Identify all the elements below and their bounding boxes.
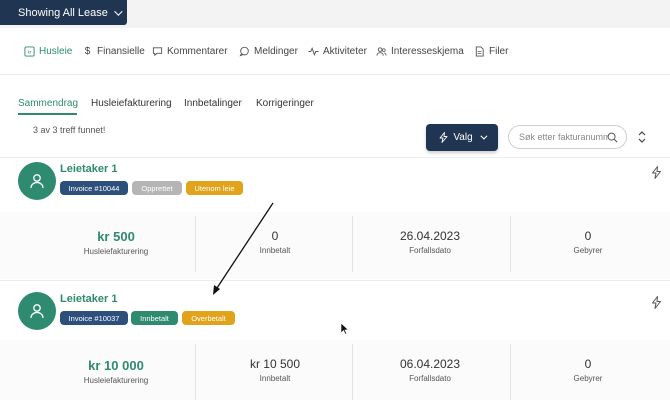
divider: [510, 216, 511, 272]
bolt-icon: [439, 132, 448, 143]
stat-gebyrer: 0 Gebyrer: [533, 229, 643, 255]
tab-meldinger-label: Meldinger: [254, 45, 298, 57]
tag-badge: Utenom leie: [186, 181, 243, 195]
divider: [352, 216, 353, 272]
stat-husleiefakturering: kr 10 000 Husleiefakturering: [56, 358, 176, 385]
invoice-badge[interactable]: Invoice #10037: [60, 311, 128, 325]
results-count: 3 av 3 treff funnet!: [33, 125, 106, 135]
tenant-name[interactable]: Leietaker 1: [60, 163, 117, 175]
stat-value: 26.04.2023: [399, 229, 461, 243]
status-badge: Opprettet: [132, 181, 182, 195]
dollar-icon: $: [84, 45, 91, 57]
subtab-husleiefakturering[interactable]: Husleiefakturering: [91, 98, 172, 109]
valg-button-label: Valg: [453, 132, 473, 143]
valg-button[interactable]: Valg: [426, 124, 498, 151]
main-nav: kr Husleie $ Finansielle Kommentarer Mel…: [0, 28, 670, 75]
top-bar: Showing All Lease: [0, 0, 670, 28]
tab-aktiviteter-label: Aktiviteter: [323, 45, 367, 57]
invoice-badge[interactable]: Invoice #10044: [60, 181, 128, 195]
card-separator: [0, 157, 670, 158]
stat-label: Innbetalt: [259, 374, 291, 383]
tab-kommentarer-label: Kommentarer: [167, 45, 228, 57]
subtab-sammendrag[interactable]: Sammendrag: [18, 98, 78, 109]
tab-meldinger[interactable]: Meldinger: [239, 43, 298, 59]
active-subtab-indicator: [18, 113, 77, 115]
tab-interesseskjema[interactable]: Interesseskjema: [376, 43, 464, 59]
bolt-icon[interactable]: [651, 296, 662, 309]
stat-label: Gebyrer: [573, 374, 603, 383]
stat-label: Innbetalt: [259, 246, 291, 255]
stat-label: Gebyrer: [573, 246, 603, 255]
stat-value: 06.04.2023: [399, 357, 461, 371]
stat-label: Husleiefakturering: [83, 376, 149, 385]
avatar: [18, 292, 56, 330]
stat-value: 0: [584, 357, 592, 371]
file-icon: [474, 45, 485, 57]
avatar: [18, 162, 56, 200]
user-icon: [30, 174, 44, 189]
tab-finansielle-label: Finansielle: [97, 45, 145, 57]
stat-value: kr 10 000: [88, 358, 144, 373]
tab-filer[interactable]: Filer: [474, 43, 508, 59]
subtab-innbetalinger[interactable]: Innbetalinger: [184, 98, 242, 109]
tab-finansielle[interactable]: $ Finansielle: [82, 43, 145, 59]
tenant-name[interactable]: Leietaker 1: [60, 293, 117, 305]
tab-husleie[interactable]: kr Husleie: [24, 43, 72, 59]
tag-badge: Overbetalt: [182, 311, 235, 325]
sort-icon[interactable]: [637, 130, 647, 144]
activity-icon: [308, 46, 319, 57]
search-icon[interactable]: [607, 132, 618, 143]
divider: [195, 216, 196, 272]
comment-icon: [152, 46, 163, 57]
divider: [352, 344, 353, 400]
tab-kommentarer[interactable]: Kommentarer: [152, 43, 228, 59]
lease-selector-label: Showing All Lease: [18, 6, 108, 19]
tab-interesseskjema-label: Interesseskjema: [391, 45, 464, 57]
tab-aktiviteter[interactable]: Aktiviteter: [308, 43, 367, 59]
users-icon: [376, 46, 387, 57]
card-separator: [0, 280, 670, 281]
chevron-down-icon: [114, 6, 123, 16]
subtab-korrigeringer[interactable]: Korrigeringer: [256, 98, 314, 109]
stat-gebyrer: 0 Gebyrer: [533, 357, 643, 383]
tab-husleie-label: Husleie: [39, 45, 73, 57]
stat-label: Forfallsdato: [409, 374, 451, 383]
stat-value: kr 10 500: [249, 357, 301, 371]
stat-forfallsdato: 06.04.2023 Forfallsdato: [375, 357, 485, 383]
stat-value: kr 500: [97, 229, 135, 244]
stat-forfallsdato: 26.04.2023 Forfallsdato: [375, 229, 485, 255]
document-icon: kr: [24, 45, 35, 57]
tab-filer-label: Filer: [489, 45, 509, 57]
stat-value: 0: [584, 229, 592, 243]
stat-value: 0: [271, 229, 279, 243]
divider: [510, 344, 511, 400]
stat-label: Forfallsdato: [409, 246, 451, 255]
search-box[interactable]: [508, 125, 627, 149]
chevron-down-icon: [480, 132, 488, 140]
search-input[interactable]: [519, 132, 609, 142]
user-icon: [30, 304, 44, 319]
stat-label: Husleiefakturering: [83, 247, 149, 256]
stat-innbetalt: kr 10 500 Innbetalt: [220, 357, 330, 383]
stat-innbetalt: 0 Innbetalt: [220, 229, 330, 255]
lease-selector-button[interactable]: Showing All Lease: [0, 0, 127, 25]
stat-husleiefakturering: kr 500 Husleiefakturering: [56, 229, 176, 256]
divider: [195, 344, 196, 400]
arrow-head-icon: [213, 285, 220, 295]
status-badge: Innbetalt: [131, 311, 178, 325]
mouse-cursor-icon: [340, 322, 350, 335]
bolt-icon[interactable]: [651, 166, 662, 179]
message-icon: [239, 46, 250, 57]
svg-text:kr: kr: [28, 49, 32, 54]
